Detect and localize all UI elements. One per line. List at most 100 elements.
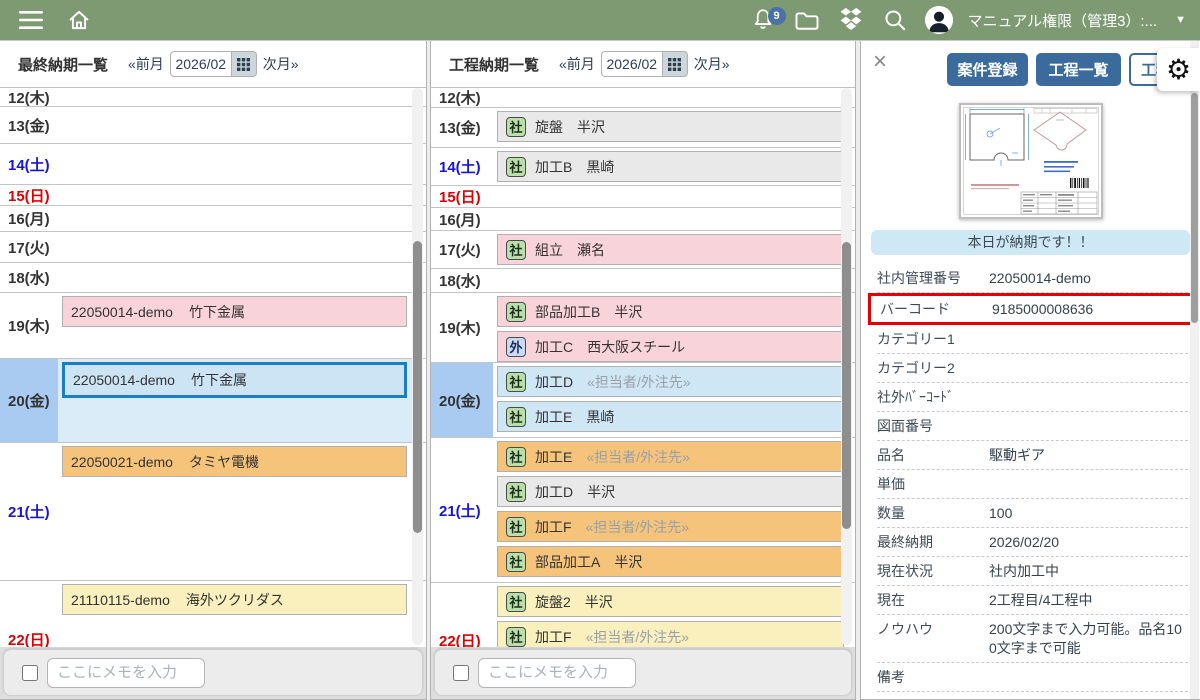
field-label: 数量: [877, 504, 989, 523]
notification-bell-icon[interactable]: 9: [748, 5, 778, 35]
process-entry[interactable]: 社部品加工A半沢: [497, 546, 844, 577]
memo-checkbox[interactable]: [453, 665, 469, 681]
process-entry[interactable]: 社加工D«担当者/外注先»: [497, 366, 844, 397]
month-input[interactable]: [170, 51, 231, 77]
date-label: 12(木): [431, 88, 493, 107]
process-name: 加工F: [535, 517, 572, 537]
search-icon[interactable]: [880, 5, 910, 35]
field-row: 単価: [877, 470, 1188, 499]
process-entry[interactable]: 社加工E«担当者/外注先»: [497, 441, 844, 472]
close-icon[interactable]: ×: [873, 50, 887, 74]
date-label: 21(土): [431, 438, 493, 582]
process-entry[interactable]: 社加工D半沢: [497, 476, 844, 507]
entries-area: [58, 232, 412, 262]
delivery-entry[interactable]: 21110115-demo海外ツクリダス: [62, 584, 407, 615]
calendar-row: 14(土): [0, 144, 426, 185]
inhouse-badge: 社: [506, 517, 526, 537]
process-name: 部品加工B: [535, 302, 600, 322]
entries-area: 22050021-demoタミヤ電機: [58, 443, 412, 580]
date-label: 14(土): [0, 144, 58, 184]
entry-client: タミヤ電機: [189, 452, 259, 472]
delivery-entry[interactable]: 22050014-demo竹下金属: [62, 362, 407, 398]
date-label: 12(木): [0, 88, 58, 106]
field-value: 2026/02/06: [989, 697, 1188, 699]
entries-area: 22050014-demo竹下金属: [58, 293, 412, 358]
inhouse-badge: 社: [506, 372, 526, 392]
entries-area: [493, 208, 844, 230]
date-label: 20(金): [431, 363, 493, 437]
drawing-thumbnail[interactable]: [959, 103, 1103, 219]
field-row: 最終納期2026/02/20: [877, 528, 1188, 557]
entries-area: 社加工B黒崎: [493, 148, 844, 185]
date-label: 16(月): [0, 206, 58, 231]
scrollbar-thumb[interactable]: [413, 241, 422, 533]
field-label: カテゴリー1: [877, 330, 989, 349]
entries-area: 社部品加工B半沢外加工C西大阪スチール: [493, 293, 844, 362]
process-entry[interactable]: 社旋盤2半沢: [497, 586, 844, 617]
prev-month-button[interactable]: «前月: [559, 54, 595, 74]
memo-strip: [431, 647, 855, 699]
process-entry[interactable]: 社加工E黒崎: [497, 401, 844, 432]
process-entry[interactable]: 社組立瀬名: [497, 234, 844, 265]
month-input[interactable]: [601, 51, 662, 77]
next-month-button[interactable]: 次月»: [694, 54, 730, 74]
assignee-name: «担当者/外注先»: [586, 627, 689, 647]
detail-panel-body: 本日が納期です！！ 社内管理番号22050014-demoバーコード918500…: [861, 91, 1200, 699]
field-row: 図面番号: [877, 412, 1188, 441]
chevron-down-icon[interactable]: ▼: [1175, 14, 1186, 26]
memo-input[interactable]: [478, 658, 636, 688]
entries-area: [58, 107, 412, 143]
process-entry[interactable]: 社加工B黒崎: [497, 151, 844, 182]
assignee-name: 黒崎: [586, 157, 614, 177]
calendar-row: 19(木)22050014-demo竹下金属: [0, 293, 426, 359]
home-icon[interactable]: [64, 5, 94, 35]
next-month-button[interactable]: 次月»: [263, 54, 299, 74]
assignee-name: «担当者/外注先»: [586, 447, 689, 467]
calendar-row: 17(火)社組立瀬名: [431, 231, 855, 269]
calendar-row: 14(土)社加工B黒崎: [431, 148, 855, 186]
process-entry[interactable]: 社部品加工B半沢: [497, 296, 844, 327]
inhouse-badge: 社: [506, 482, 526, 502]
topbar: 9 マニュアル権限（管理3）:... ▼: [0, 0, 1200, 41]
entries-area: [493, 88, 844, 107]
field-value: 200文字まで入力可能。品名100文字まで可能: [989, 620, 1188, 658]
inhouse-badge: 社: [506, 157, 526, 177]
case-register-button[interactable]: 案件登録: [947, 53, 1028, 86]
inhouse-badge: 社: [506, 117, 526, 137]
entries-area: [58, 185, 412, 205]
calendar-icon[interactable]: [662, 51, 688, 77]
avatar[interactable]: [924, 5, 954, 35]
date-label: 17(火): [0, 232, 58, 262]
memo-checkbox[interactable]: [22, 665, 38, 681]
scrollbar-thumb[interactable]: [1191, 93, 1198, 323]
field-row: 数量100: [877, 499, 1188, 528]
date-label: 14(土): [431, 148, 493, 185]
field-label: 備考: [877, 668, 989, 687]
assignee-name: 西大阪スチール: [587, 337, 685, 357]
assignee-name: 半沢: [614, 552, 642, 572]
memo-input[interactable]: [47, 658, 205, 688]
scrollbar-thumb[interactable]: [842, 242, 851, 529]
folder-icon[interactable]: [792, 5, 822, 35]
field-row: 受注日2026/02/06: [877, 692, 1188, 699]
process-entry[interactable]: 社旋盤半沢: [497, 111, 844, 142]
calendar-icon[interactable]: [231, 51, 257, 77]
process-list-button[interactable]: 工程一覧: [1036, 53, 1121, 86]
process-entry[interactable]: 外加工C西大阪スチール: [497, 331, 844, 362]
process-name: 加工D: [535, 482, 573, 502]
final-delivery-header: 最終納期一覧 «前月 次月»: [0, 41, 426, 88]
assignee-name: «担当者/外注先»: [586, 517, 689, 537]
hamburger-menu-icon[interactable]: [16, 5, 46, 35]
settings-card[interactable]: ⚙: [1157, 48, 1200, 91]
entry-client: 竹下金属: [189, 302, 245, 322]
delivery-entry[interactable]: 22050014-demo竹下金属: [62, 296, 407, 327]
prev-month-button[interactable]: «前月: [128, 54, 164, 74]
process-entry[interactable]: 社加工F «担当者/外注先»: [497, 511, 844, 542]
field-row: 社内管理番号22050014-demo: [877, 264, 1188, 293]
memo-strip: [0, 647, 426, 699]
memo-bar: [434, 649, 852, 696]
field-label: 品名: [877, 446, 989, 465]
dropbox-icon[interactable]: [836, 5, 866, 35]
field-label: バーコード: [880, 300, 992, 319]
delivery-entry[interactable]: 22050021-demoタミヤ電機: [62, 446, 407, 477]
